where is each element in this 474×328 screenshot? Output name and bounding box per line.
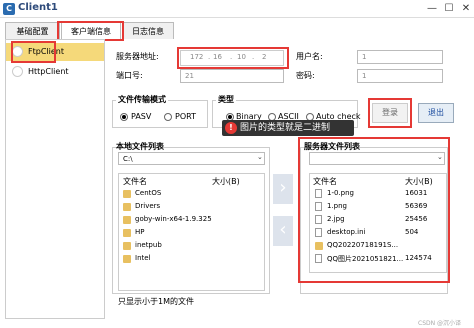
- title-bar: [0, 0, 474, 18]
- client-list-panel: [5, 39, 105, 319]
- highlight-box-server-address: [177, 47, 289, 69]
- local-path-select[interactable]: C:\: [118, 152, 265, 165]
- port-label: 端口号:: [116, 71, 143, 80]
- highlight-box-ftpclient: [11, 41, 56, 63]
- pasv-label: PASV: [131, 112, 152, 121]
- folder-icon: [123, 242, 131, 250]
- transfer-mode-title: 文件传输模式: [116, 94, 168, 105]
- port-mode-label: PORT: [175, 112, 196, 121]
- sidebar-item-httpclient[interactable]: HttpClient: [6, 63, 104, 81]
- folder-icon: [123, 229, 131, 237]
- download-arrow-button[interactable]: ‹: [273, 216, 293, 246]
- password-field[interactable]: 1: [357, 69, 443, 83]
- highlight-box-server-files: [298, 137, 450, 283]
- pasv-radio[interactable]: [120, 113, 128, 121]
- folder-icon: [123, 203, 131, 211]
- file-type-title: 类型: [216, 94, 236, 105]
- annotation-tooltip: 图片的类型就是二进制: [222, 120, 354, 136]
- maximize-button[interactable]: ☐: [442, 2, 456, 15]
- minimize-button[interactable]: —: [425, 2, 439, 15]
- username-label: 用户名:: [296, 52, 323, 61]
- app-icon: C: [3, 3, 15, 15]
- close-button[interactable]: ✕: [459, 2, 473, 15]
- password-label: 密码:: [296, 71, 315, 80]
- local-col-size[interactable]: 大小(B): [212, 176, 240, 187]
- folder-icon: [123, 255, 131, 263]
- local-files-title: 本地文件列表: [116, 142, 164, 151]
- folder-icon: [123, 190, 131, 198]
- highlight-box-login: [368, 98, 412, 128]
- port-field[interactable]: 21: [180, 69, 284, 83]
- warning-icon: !: [225, 122, 237, 134]
- logout-button[interactable]: 退出: [418, 103, 454, 123]
- chevron-down-icon[interactable]: ⌄: [257, 153, 263, 161]
- tab-basic-config[interactable]: 基础配置: [5, 22, 60, 39]
- local-col-name[interactable]: 文件名: [123, 176, 147, 187]
- folder-icon: [123, 216, 131, 224]
- watermark: CSDN @沉小译: [418, 320, 462, 327]
- size-filter-label: 只显示小于1M的文件: [118, 297, 194, 306]
- port-radio[interactable]: [164, 113, 172, 121]
- tab-log-info[interactable]: 日志信息: [122, 22, 174, 39]
- window-title: Client1: [18, 2, 58, 13]
- username-field[interactable]: 1: [357, 50, 443, 64]
- client-icon: [12, 66, 23, 77]
- highlight-box-tab: [57, 21, 124, 41]
- upload-arrow-button[interactable]: ›: [273, 174, 293, 204]
- sidebar-item-label: HttpClient: [28, 67, 69, 76]
- server-address-label: 服务器地址:: [116, 52, 159, 61]
